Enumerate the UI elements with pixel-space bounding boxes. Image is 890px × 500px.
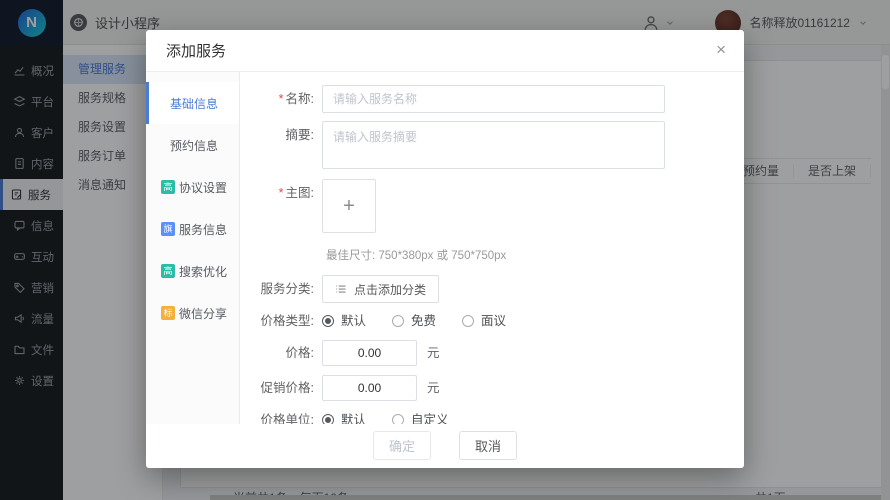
radio-label: 免费 bbox=[411, 314, 437, 328]
basic-info-form: *名称: 摘要: *主图: + 最佳尺寸: 750*380px 或 750*75… bbox=[240, 72, 744, 424]
image-upload-button[interactable]: + bbox=[322, 179, 376, 233]
tab-agreement-settings[interactable]: 高 协议设置 bbox=[146, 166, 239, 208]
app-root: N 设计小程序 名称释放01161212 概况 平台 客户 内容 服务 信息 互… bbox=[0, 0, 890, 500]
add-category-button[interactable]: 点击添加分类 bbox=[322, 275, 440, 303]
summary-label: 摘要: bbox=[285, 128, 314, 142]
price-row: 价格: 元 bbox=[244, 340, 726, 366]
price-input[interactable] bbox=[322, 340, 417, 366]
tab-service-info[interactable]: 旗 服务信息 bbox=[146, 208, 239, 250]
promo-price-unit: 元 bbox=[427, 381, 440, 395]
add-service-modal: 添加服务 × 基础信息 预约信息 高 协议设置 旗 服务信息 高 搜索优化 标 … bbox=[146, 30, 744, 468]
radio-price-free[interactable]: 免费 bbox=[392, 311, 436, 331]
close-icon[interactable]: × bbox=[716, 39, 726, 61]
promo-price-input[interactable] bbox=[322, 375, 417, 401]
radio-price-negotiable[interactable]: 面议 bbox=[462, 311, 506, 331]
radio-checked-icon bbox=[322, 315, 334, 327]
required-mark: * bbox=[278, 186, 284, 200]
tier-badge: 高 bbox=[160, 180, 175, 194]
list-icon bbox=[336, 285, 346, 293]
radio-icon bbox=[392, 315, 405, 327]
required-mark: * bbox=[278, 92, 284, 106]
radio-icon bbox=[462, 315, 475, 327]
promo-price-row: 促销价格: 元 bbox=[244, 375, 726, 401]
radio-checked-icon bbox=[322, 414, 334, 424]
plus-icon: + bbox=[343, 194, 355, 217]
tab-label: 预约信息 bbox=[169, 138, 218, 153]
price-type-label: 价格类型: bbox=[260, 314, 314, 328]
main-image-label: * 主图: bbox=[278, 186, 314, 200]
tab-reservation-info[interactable]: 预约信息 bbox=[146, 124, 239, 166]
tier-badge: 标 bbox=[160, 306, 175, 320]
tier-badge: 高 bbox=[160, 264, 175, 278]
price-unit-options: 默认 自定义 bbox=[322, 410, 475, 424]
service-summary-textarea[interactable] bbox=[322, 121, 665, 169]
category-label: 服务分类: bbox=[260, 282, 314, 296]
modal-tab-column: 基础信息 预约信息 高 协议设置 旗 服务信息 高 搜索优化 标 微信分享 bbox=[146, 72, 240, 424]
tab-label: 协议设置 bbox=[178, 180, 227, 195]
price-type-options: 默认 免费 面议 bbox=[322, 311, 532, 331]
promo-price-label: 促销价格: bbox=[260, 381, 314, 395]
price-unit-row: 价格单位: 默认 自定义 bbox=[244, 410, 726, 424]
tab-search-optimization[interactable]: 高 搜索优化 bbox=[146, 250, 239, 292]
radio-unit-custom[interactable]: 自定义 bbox=[392, 410, 449, 424]
price-type-row: 价格类型: 默认 免费 面议 bbox=[244, 311, 726, 331]
confirm-button[interactable]: 确定 bbox=[373, 431, 431, 460]
radio-price-default[interactable]: 默认 bbox=[322, 311, 366, 331]
tab-label: 服务信息 bbox=[178, 222, 227, 237]
tab-label: 搜索优化 bbox=[178, 264, 227, 279]
cancel-button[interactable]: 取消 bbox=[459, 431, 517, 460]
name-row: * 名称: bbox=[244, 85, 726, 113]
radio-label: 自定义 bbox=[411, 413, 449, 424]
add-category-label: 点击添加分类 bbox=[354, 282, 427, 297]
radio-label: 面议 bbox=[481, 314, 507, 328]
modal-header: 添加服务 × bbox=[146, 30, 744, 72]
category-row: 服务分类: 点击添加分类 bbox=[244, 275, 726, 303]
tab-label: 基础信息 bbox=[169, 96, 218, 111]
tab-label: 微信分享 bbox=[178, 306, 227, 321]
tier-badge: 旗 bbox=[160, 222, 175, 236]
image-size-hint: 最佳尺寸: 750*380px 或 750*750px bbox=[326, 250, 507, 262]
tab-wechat-share[interactable]: 标 微信分享 bbox=[146, 292, 239, 334]
service-name-input[interactable] bbox=[322, 85, 665, 113]
price-label: 价格: bbox=[285, 346, 314, 360]
radio-label: 默认 bbox=[341, 314, 367, 328]
radio-icon bbox=[392, 414, 405, 424]
radio-label: 默认 bbox=[341, 413, 367, 424]
price-unit: 元 bbox=[427, 346, 440, 360]
radio-unit-default[interactable]: 默认 bbox=[322, 410, 366, 424]
price-unit-label: 价格单位: bbox=[260, 413, 314, 424]
modal-body: 基础信息 预约信息 高 协议设置 旗 服务信息 高 搜索优化 标 微信分享 * … bbox=[146, 72, 744, 424]
tab-basic-info[interactable]: 基础信息 bbox=[146, 82, 239, 124]
main-image-row: * 主图: + bbox=[244, 179, 726, 233]
name-label: * 名称: bbox=[278, 92, 314, 106]
summary-row: 摘要: bbox=[244, 121, 726, 169]
modal-title: 添加服务 bbox=[166, 43, 227, 60]
modal-footer: 确定 取消 bbox=[146, 424, 744, 468]
